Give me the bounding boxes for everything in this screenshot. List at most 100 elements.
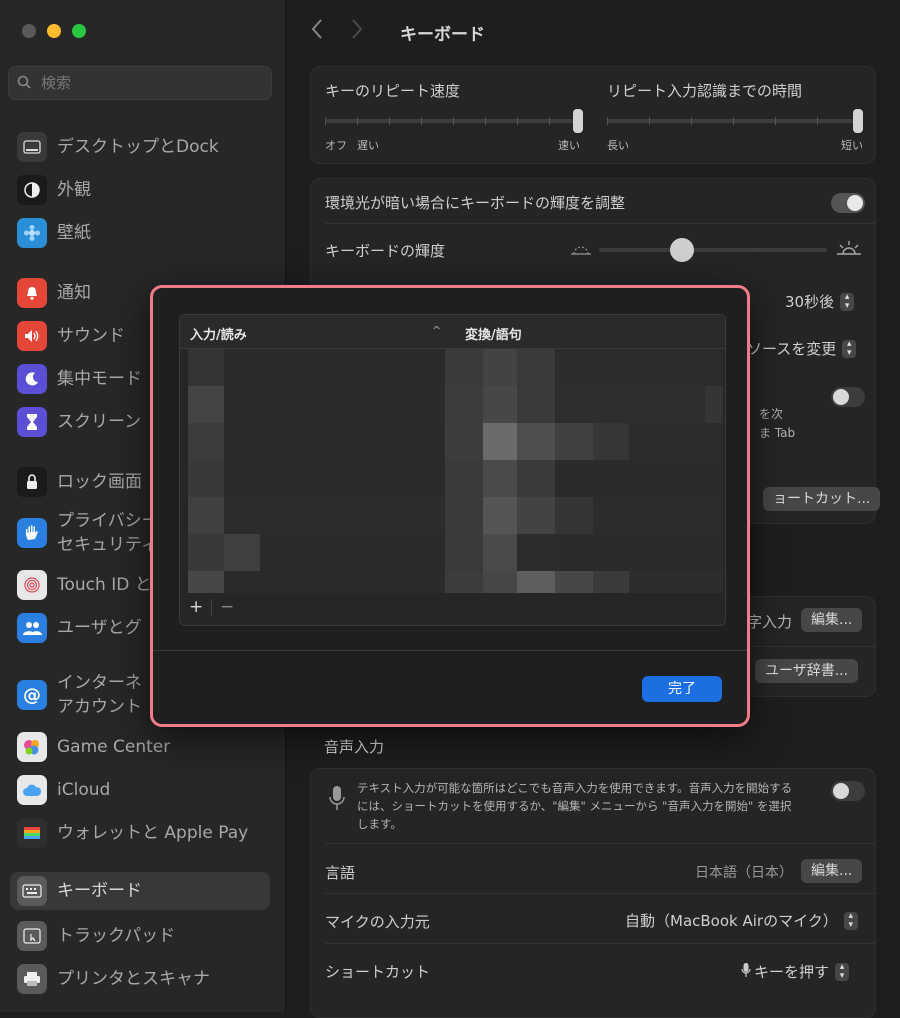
table-row[interactable]: [180, 497, 725, 534]
brightness-high-icon: [835, 239, 863, 261]
microphone-source-popup[interactable]: 自動（MacBook Airのマイク） ▴ ▾: [625, 910, 858, 931]
forward-button[interactable]: [350, 18, 390, 46]
user-dictionary-button[interactable]: ユーザ辞書...: [755, 659, 859, 683]
sidebar-item-trackpad[interactable]: トラックパッド: [10, 917, 270, 955]
sidebar-item-label-line2: セキュリティ: [57, 535, 158, 555]
sidebar-item-label: 外観: [57, 180, 91, 200]
auto-brightness-toggle[interactable]: [831, 193, 865, 213]
table-row[interactable]: [180, 534, 725, 571]
game-center-icon: [17, 732, 47, 762]
zoom-window-button[interactable]: [72, 24, 86, 38]
sidebar-item-label: Game Center: [57, 737, 171, 757]
close-window-button[interactable]: [22, 24, 36, 38]
sidebar-item-wallet[interactable]: ウォレットと Apple Pay: [10, 814, 270, 852]
sidebar-item-label: プリンタとスキャナ: [57, 969, 210, 989]
input-source-value: ソースを変更: [747, 340, 837, 358]
sidebar-item-label-group: インターネ アカウント: [57, 671, 142, 719]
table-row[interactable]: [180, 571, 725, 593]
timeout-value: 30秒後: [785, 293, 835, 311]
obscured-cell: [188, 460, 224, 497]
sidebar-item-appearance[interactable]: 外観: [10, 171, 270, 209]
obscured-cell: [517, 386, 555, 423]
sidebar-item-label: 集中モード: [57, 369, 142, 389]
minimize-window-button[interactable]: [47, 24, 61, 38]
obscured-cell: [188, 423, 224, 460]
fingerprint-icon: [17, 570, 47, 600]
sidebar-item-icloud[interactable]: iCloud: [10, 771, 270, 809]
keyboard-brightness-label: キーボードの輝度: [325, 242, 446, 260]
dictation-toggle[interactable]: [831, 781, 865, 801]
dock-icon: [17, 132, 47, 162]
slider-min-label: オフ: [325, 139, 347, 152]
key-repeat-speed-label: キーのリピート速度: [325, 82, 461, 100]
obscured-cell: [445, 571, 483, 593]
obscured-cell: [445, 497, 483, 534]
obscured-cell: [483, 534, 517, 571]
cloud-icon: [17, 775, 47, 805]
sidebar-item-label: インターネ: [57, 673, 142, 693]
obscured-cell: [188, 349, 224, 386]
chevron-updown-icon: ▴ ▾: [835, 962, 850, 981]
table-row[interactable]: [180, 423, 725, 460]
obscured-cell: [483, 386, 517, 423]
sidebar-item-label: プライバシー: [57, 511, 159, 531]
repeat-delay-label: リピート入力認識までの時間: [607, 82, 803, 100]
obscured-cell: [593, 497, 723, 534]
keyboard-shortcuts-button[interactable]: ョートカット...: [763, 487, 881, 511]
key-repeat-speed-slider[interactable]: [325, 109, 583, 137]
sidebar-item-keyboard[interactable]: キーボード: [10, 872, 270, 910]
settings-window: デスクトップとDock 外観 壁紙 通知 サウンド 集中モード スクリーン ロ: [0, 0, 900, 1018]
add-entry-button[interactable]: +: [189, 597, 203, 617]
input-sources-edit-button[interactable]: 編集...: [801, 608, 863, 632]
brightness-low-icon: [569, 241, 593, 261]
microphone-source-value: 自動（MacBook Airのマイク）: [625, 912, 838, 930]
keyboard-brightness-slider[interactable]: [599, 238, 827, 262]
slider-knob[interactable]: [670, 238, 694, 262]
dictation-shortcut-popup[interactable]: キーを押す ▴ ▾: [741, 961, 850, 982]
keyboard-icon: [17, 876, 47, 906]
keyboard-navigation-toggle[interactable]: [831, 387, 865, 407]
obscured-cell: [224, 460, 449, 497]
sidebar-item-label: Touch ID と: [57, 575, 152, 595]
slider-knob[interactable]: [573, 109, 583, 133]
obscured-cell: [483, 423, 517, 460]
language-edit-button[interactable]: 編集...: [801, 859, 863, 883]
sidebar-item-game-center[interactable]: Game Center: [10, 728, 270, 766]
sidebar-item-label: iCloud: [57, 780, 111, 800]
table-row[interactable]: [180, 349, 725, 386]
obscured-cell: [483, 460, 517, 497]
appearance-icon: [17, 175, 47, 205]
sidebar-item-desktop-dock[interactable]: デスクトップとDock: [10, 128, 270, 166]
obscured-cell: [445, 460, 483, 497]
slider-knob[interactable]: [853, 109, 863, 133]
language-label: 言語: [325, 864, 356, 882]
done-button[interactable]: 完了: [642, 676, 722, 702]
sidebar-item-printers[interactable]: プリンタとスキャナ: [10, 960, 270, 998]
obscured-cell: [517, 497, 555, 534]
sidebar-item-label: スクリーン: [57, 412, 142, 432]
obscured-cell: [517, 349, 555, 386]
sidebar-item-wallpaper[interactable]: 壁紙: [10, 214, 270, 252]
search-input[interactable]: [39, 73, 243, 93]
obscured-cell: [483, 349, 517, 386]
repeat-delay-slider[interactable]: [607, 109, 863, 137]
traffic-lights: [22, 24, 86, 38]
obscured-cell: [555, 386, 705, 423]
back-button[interactable]: [310, 18, 350, 46]
remove-entry-button[interactable]: −: [220, 597, 234, 617]
obscured-cell: [517, 423, 555, 460]
slider-long-label: 長い: [607, 139, 629, 152]
brightness-timeout-popup[interactable]: 30秒後 ▴ ▾: [785, 291, 855, 312]
search-field[interactable]: [8, 66, 272, 100]
input-source-popup[interactable]: ソースを変更 ▴ ▾: [747, 338, 857, 359]
obscured-cell: [224, 423, 449, 460]
table-row[interactable]: [180, 386, 725, 423]
dictation-shortcut-label: ショートカット: [325, 963, 431, 981]
sidebar-item-label: ロック画面: [57, 472, 142, 492]
table-row[interactable]: [180, 460, 725, 497]
obscured-cell: [296, 534, 449, 571]
column-header-input[interactable]: 入力/読み: [190, 324, 247, 343]
column-header-phrase[interactable]: 変換/語句: [465, 324, 522, 343]
obscured-cell: [483, 571, 517, 593]
sidebar-item-label: 通知: [57, 283, 91, 303]
